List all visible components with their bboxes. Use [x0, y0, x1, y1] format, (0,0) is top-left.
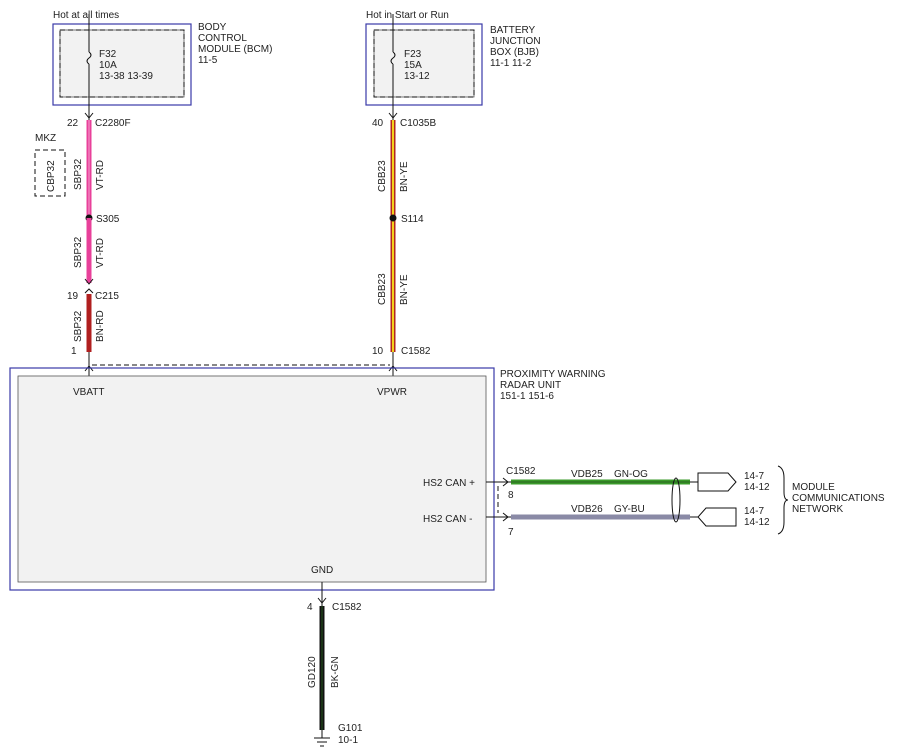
radar-pin-can-plus: HS2 CAN +	[423, 478, 475, 489]
bjb-fuse-rating: 15A	[404, 60, 422, 71]
bcm-pin-number: 22	[67, 118, 79, 129]
bcm-name-line-2: CONTROL	[198, 33, 247, 44]
radar-title-line-2: RADAR UNIT	[500, 380, 561, 391]
bjb-fuse-box	[373, 29, 475, 98]
radar-page-ref: 151-1 151-6	[500, 391, 554, 402]
wiring-diagram: Hot at all times BODY CONTROL MODULE (BC…	[9, 10, 885, 747]
can-minus-color: GY-BU	[614, 504, 645, 515]
radar-vbatt-pin-number: 1	[71, 346, 77, 357]
c215-pin-number: 19	[67, 291, 79, 302]
radar-title-line-1: PROXIMITY WARNING	[500, 369, 606, 380]
bjb-page-ref: 11-1 11-2	[490, 58, 532, 69]
bcm-name-line-3: MODULE (BCM)	[198, 44, 272, 55]
network-label-line-2: COMMUNICATIONS	[792, 493, 885, 504]
radar-pin-vbatt: VBATT	[73, 387, 104, 398]
can-plus-ref-1: 14-7	[744, 471, 764, 482]
ground-connector-id: C1582	[332, 602, 362, 613]
can-minus-circuit: VDB26	[571, 504, 603, 515]
can-plus-connector-flag-icon	[697, 472, 737, 492]
can-plus-color: GN-OG	[614, 469, 648, 480]
can-minus-pin: 7	[508, 527, 514, 538]
network-label-line-3: NETWORK	[792, 504, 843, 515]
mkz-option-circuit: CBP32	[46, 160, 57, 192]
radar-vpwr-connector-id: C1582	[401, 346, 431, 357]
c215-connector-id: C215	[95, 291, 119, 302]
bjb-name-line-1: BATTERY	[490, 25, 536, 36]
can-minus-ref-2: 14-12	[744, 517, 770, 528]
bcm-name-line-1: BODY	[198, 22, 227, 33]
radar-vpwr-pin-number: 10	[372, 346, 384, 357]
bcm-fuse-refs: 13-38 13-39	[99, 71, 153, 82]
ground-symbol-icon	[314, 730, 330, 747]
bcm-supply-label: Hot at all times	[53, 10, 119, 21]
right-harness: 40 C1035B CBB23 BN-YE S114 CBB23 BN-YE 1…	[372, 118, 436, 376]
can-minus-connector-flag-icon	[697, 507, 737, 527]
left-harness: 22 C2280F MKZ CBP32 SBP32 VT-RD S305 SBP…	[34, 118, 131, 376]
splice-s114-label: S114	[401, 214, 424, 225]
can-connector-id: C1582	[506, 466, 536, 477]
ground-pin-number: 4	[307, 602, 313, 613]
radar-pin-can-minus: HS2 CAN -	[423, 514, 472, 525]
network-label-line-1: MODULE	[792, 482, 835, 493]
bjb-fuse-id: F23	[404, 49, 422, 60]
bjb-pin-number: 40	[372, 118, 384, 129]
bjb-name-line-3: BOX (BJB)	[490, 47, 539, 58]
can-plus-pin: 8	[508, 490, 514, 501]
bcm-fuse-rating: 10A	[99, 60, 117, 71]
bjb-module: Hot in Start or Run BATTERY JUNCTION BOX…	[365, 10, 541, 120]
right-color-label-1: BN-YE	[399, 161, 410, 192]
can-minus-ref-1: 14-7	[744, 506, 764, 517]
ground-point-ref: 10-1	[338, 735, 358, 746]
can-plus-ref-2: 14-12	[744, 482, 770, 493]
bjb-name-line-2: JUNCTION	[490, 36, 541, 47]
splice-s114	[389, 214, 397, 222]
right-circuit-label-1: CBB23	[377, 160, 388, 192]
radar-pin-gnd: GND	[311, 565, 333, 576]
ground-color-label: BK-GN	[330, 656, 341, 688]
bjb-supply-label: Hot in Start or Run	[366, 10, 449, 21]
right-circuit-label-2: CBB23	[377, 273, 388, 305]
left-color-label-1: VT-RD	[95, 160, 106, 190]
radar-pin-vpwr: VPWR	[377, 387, 407, 398]
bcm-module: Hot at all times BODY CONTROL MODULE (BC…	[52, 10, 272, 120]
ground-circuit-label: GD120	[307, 656, 318, 688]
left-circuit-label-1: SBP32	[73, 158, 84, 190]
can-plus-circuit: VDB25	[571, 469, 603, 480]
left-color-label-3: BN-RD	[95, 310, 106, 342]
bcm-fuse-id: F32	[99, 49, 117, 60]
right-color-label-2: BN-YE	[399, 274, 410, 305]
bjb-connector-id: C1035B	[400, 118, 436, 129]
ground-point-label: G101	[338, 723, 363, 734]
radar-unit: PROXIMITY WARNING RADAR UNIT 151-1 151-6…	[9, 367, 606, 591]
bcm-fuse-box	[59, 29, 185, 98]
mkz-option-label: MKZ	[35, 133, 56, 144]
can-bus: C1582 8 7 VDB25 GN-OG VDB26 GY-BU 14-7 1…	[486, 465, 885, 538]
bcm-connector-id: C2280F	[95, 118, 131, 129]
network-brace-icon	[777, 465, 789, 535]
splice-s305-label: S305	[96, 214, 120, 225]
bcm-page-ref: 11-5	[198, 55, 218, 66]
left-circuit-label-3: SBP32	[73, 310, 84, 342]
bjb-fuse-refs: 13-12	[404, 71, 430, 82]
left-circuit-label-2: SBP32	[73, 236, 84, 268]
left-color-label-2: VT-RD	[95, 238, 106, 268]
ground-circuit: 4 C1582 GD120 BK-GN G101 10-1	[307, 582, 363, 747]
radar-unit-inner	[17, 375, 487, 583]
